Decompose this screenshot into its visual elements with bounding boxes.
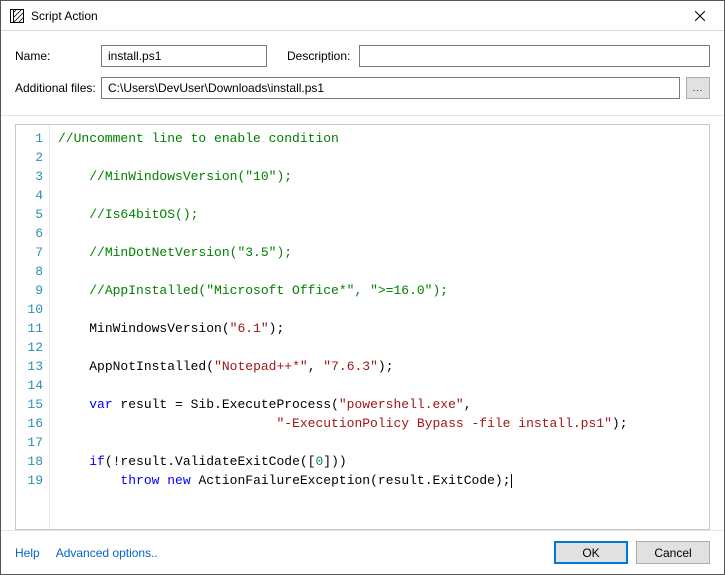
line-number: 15 (18, 395, 43, 414)
code-line[interactable]: //Is64bitOS(); (58, 205, 701, 224)
code-line[interactable]: "-ExecutionPolicy Bypass -file install.p… (58, 414, 701, 433)
line-number: 1 (18, 129, 43, 148)
code-line[interactable] (58, 186, 701, 205)
line-number: 13 (18, 357, 43, 376)
line-number: 2 (18, 148, 43, 167)
caret (511, 474, 512, 488)
line-number: 7 (18, 243, 43, 262)
code-line[interactable]: AppNotInstalled("Notepad++*", "7.6.3"); (58, 357, 701, 376)
code-line[interactable] (58, 262, 701, 281)
help-link[interactable]: Help (15, 546, 40, 560)
code-line[interactable]: throw new ActionFailureException(result.… (58, 471, 701, 490)
line-number: 14 (18, 376, 43, 395)
code-line[interactable]: MinWindowsVersion("6.1"); (58, 319, 701, 338)
line-number: 19 (18, 471, 43, 490)
app-icon (9, 8, 25, 24)
code-line[interactable]: //MinDotNetVersion("3.5"); (58, 243, 701, 262)
name-label: Name: (15, 49, 101, 63)
line-number: 12 (18, 338, 43, 357)
code-line[interactable] (58, 433, 701, 452)
additional-files-input[interactable] (101, 77, 680, 99)
code-editor[interactable]: 12345678910111213141516171819 //Uncommen… (15, 124, 710, 530)
line-number: 18 (18, 452, 43, 471)
titlebar: Script Action (1, 1, 724, 31)
line-number: 11 (18, 319, 43, 338)
description-label: Description: (287, 49, 359, 63)
line-gutter: 12345678910111213141516171819 (16, 125, 50, 529)
code-line[interactable]: //AppInstalled("Microsoft Office*", ">=1… (58, 281, 701, 300)
footer: Help Advanced options.. OK Cancel (1, 530, 724, 574)
code-line[interactable]: //Uncomment line to enable condition (58, 129, 701, 148)
browse-button[interactable]: ... (686, 77, 710, 99)
form-area: Name: Description: Additional files: ... (1, 31, 724, 116)
line-number: 10 (18, 300, 43, 319)
code-line[interactable]: //MinWindowsVersion("10"); (58, 167, 701, 186)
line-number: 8 (18, 262, 43, 281)
code-line[interactable] (58, 148, 701, 167)
cancel-button[interactable]: Cancel (636, 541, 710, 564)
line-number: 17 (18, 433, 43, 452)
line-number: 3 (18, 167, 43, 186)
line-number: 9 (18, 281, 43, 300)
code-line[interactable] (58, 300, 701, 319)
advanced-options-link[interactable]: Advanced options.. (56, 546, 158, 560)
window-title: Script Action (31, 9, 677, 23)
additional-files-label: Additional files: (15, 81, 101, 95)
code-line[interactable] (58, 376, 701, 395)
code-line[interactable] (58, 338, 701, 357)
code-area[interactable]: //Uncomment line to enable condition //M… (50, 125, 709, 529)
ok-button[interactable]: OK (554, 541, 628, 564)
code-line[interactable]: if(!result.ValidateExitCode([0])) (58, 452, 701, 471)
line-number: 6 (18, 224, 43, 243)
script-action-window: Script Action Name: Description: Additio… (0, 0, 725, 575)
close-button[interactable] (677, 2, 722, 30)
code-line[interactable] (58, 224, 701, 243)
code-line[interactable]: var result = Sib.ExecuteProcess("powersh… (58, 395, 701, 414)
line-number: 5 (18, 205, 43, 224)
description-input[interactable] (359, 45, 710, 67)
line-number: 4 (18, 186, 43, 205)
line-number: 16 (18, 414, 43, 433)
name-input[interactable] (101, 45, 267, 67)
